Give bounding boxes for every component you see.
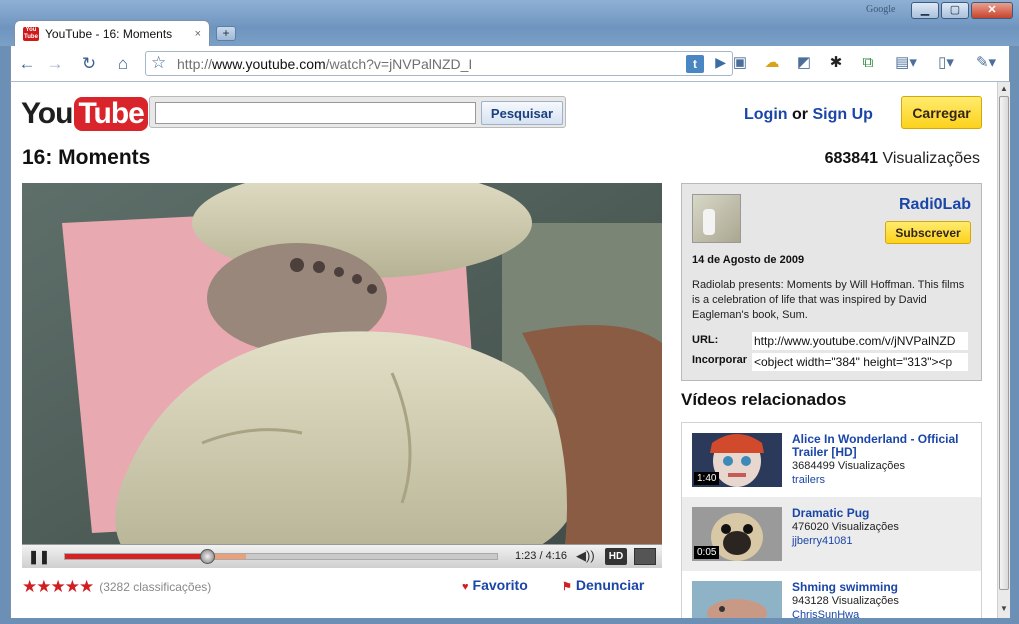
volume-icon[interactable]: ◀)) [576, 548, 595, 564]
browser-tab-active[interactable]: You Tube YouTube - 16: Moments × [14, 20, 210, 46]
auth-links: Login or Sign Up [744, 106, 873, 124]
weather-icon[interactable]: ☁ [761, 52, 783, 74]
document-menu-icon[interactable]: ▤▾ [891, 52, 921, 74]
video-player[interactable] [22, 183, 662, 567]
thumbnail-swimming [692, 581, 782, 618]
channel-avatar[interactable] [692, 194, 741, 243]
related-item[interactable]: 0:05 Dramatic Pug 476020 Visualizações j… [682, 497, 981, 571]
related-videos-heading: Vídeos relacionados [681, 390, 847, 409]
related-user[interactable]: ChrisSunHwa [792, 609, 859, 618]
related-item[interactable]: 1:40 Alice In Wonderland - Official Trai… [682, 423, 981, 497]
page-scrollbar[interactable]: ▲ ▼ [997, 82, 1010, 618]
search-bar: Pesquisar [149, 96, 566, 128]
related-thumbnail[interactable]: 1:40 [692, 433, 782, 487]
view-count-label: Visualizações [882, 150, 980, 167]
related-videos-list: 1:40 Alice In Wonderland - Official Trai… [681, 422, 982, 618]
related-views: 3684499 Visualizações [792, 460, 905, 472]
related-user[interactable]: trailers [792, 474, 825, 486]
window-controls: ▁ ▢ ✕ [911, 2, 1013, 19]
rating: ★★★★★ (3282 classificações) [22, 577, 211, 597]
related-views: 943128 Visualizações [792, 595, 899, 607]
address-bar[interactable]: ☆ http://www.youtube.com/watch?v=jNVPalN… [145, 51, 733, 76]
web-page: You Tube Pesquisar Login or Sign Up Carr… [10, 82, 997, 618]
upload-date: 14 de Agosto de 2009 [692, 254, 805, 266]
fullscreen-icon[interactable] [634, 548, 656, 565]
youtube-favicon-icon: You Tube [23, 26, 39, 41]
progress-knob[interactable] [199, 549, 215, 564]
progress-played [65, 554, 208, 559]
channel-info-box: Radi0Lab Subscrever 14 de Agosto de 2009… [681, 183, 982, 381]
video-frame [22, 183, 662, 567]
time-display: 1:23 / 4:16 [515, 550, 567, 562]
minimize-button[interactable]: ▁ [911, 2, 939, 19]
puzzle-icon[interactable]: ⧉ [857, 52, 879, 74]
duration-badge: 0:05 [694, 546, 720, 559]
related-title[interactable]: Alice In Wonderland - Official Trailer [… [792, 433, 972, 459]
flag-label: Denunciar [575, 577, 645, 593]
url-field[interactable]: http://www.youtube.com/v/jNVPalNZD [752, 332, 968, 350]
wrench-menu-icon[interactable]: ✎▾ [971, 52, 1001, 74]
related-title[interactable]: Shming swimming [792, 581, 972, 594]
home-icon[interactable]: ⌂ [111, 52, 135, 76]
brand-label: Google [866, 4, 896, 15]
reload-icon[interactable]: ↻ [77, 52, 101, 76]
logo-you: You [21, 97, 73, 130]
duration-badge: 1:40 [694, 472, 720, 485]
related-title[interactable]: Dramatic Pug [792, 507, 972, 520]
scroll-down-icon[interactable]: ▼ [1000, 604, 1008, 613]
view-count-number: 683841 [824, 150, 878, 167]
video-title: 16: Moments [22, 146, 151, 169]
or-text: or [792, 106, 808, 123]
search-input[interactable] [155, 102, 476, 124]
url-text[interactable]: http://www.youtube.com/watch?v=jNVPalNZD… [177, 56, 472, 72]
youtube-logo[interactable]: You Tube [21, 92, 148, 136]
search-button[interactable]: Pesquisar [481, 101, 563, 125]
scrollbar-thumb[interactable] [999, 96, 1009, 590]
t-extension-icon[interactable]: t [686, 55, 704, 73]
hd-button[interactable]: HD [605, 548, 627, 565]
related-views: 476020 Visualizações [792, 521, 899, 533]
gear-badge-icon[interactable]: ✱ [825, 52, 847, 74]
close-window-button[interactable]: ✕ [971, 2, 1013, 19]
page-menu-icon[interactable]: ▯▾ [931, 52, 961, 74]
maximize-button[interactable]: ▢ [941, 2, 969, 19]
back-arrow-icon[interactable]: ← [15, 52, 39, 76]
login-link[interactable]: Login [744, 106, 788, 123]
flag-button[interactable]: ⚑ Denunciar [562, 577, 644, 593]
tab-close-icon[interactable]: × [195, 28, 201, 40]
logo-tube: Tube [74, 97, 148, 131]
progress-bar[interactable] [64, 549, 498, 564]
upload-button[interactable]: Carregar [901, 96, 982, 129]
url-label: URL: [692, 334, 719, 346]
go-arrow-icon[interactable]: ▶ [715, 54, 726, 71]
signup-link[interactable]: Sign Up [812, 106, 872, 123]
subscribe-button[interactable]: Subscrever [885, 221, 971, 244]
star-rating-icon[interactable]: ★★★★★ [22, 577, 94, 597]
related-user[interactable]: jjberry41081 [792, 535, 853, 547]
scroll-up-icon[interactable]: ▲ [1000, 84, 1008, 93]
browser-toolbar: ← → ↻ ⌂ ☆ http://www.youtube.com/watch?v… [10, 46, 1010, 82]
tab-title: YouTube - 16: Moments [45, 26, 173, 41]
related-thumbnail[interactable]: 0:05 [692, 507, 782, 561]
bookmark-star-icon[interactable]: ☆ [151, 53, 166, 73]
favorite-button[interactable]: ♥ Favorito [462, 577, 528, 593]
embed-label: Incorporar [692, 354, 748, 366]
forward-arrow-icon[interactable]: → [43, 52, 67, 76]
pause-icon[interactable]: ❚❚ [28, 548, 50, 566]
related-item[interactable]: Shming swimming 943128 Visualizações Chr… [682, 571, 981, 618]
player-controls: ❚❚ 1:23 / 4:16 ◀)) HD [22, 544, 662, 568]
heart-icon: ♥ [462, 581, 469, 593]
favorite-label: Favorito [472, 577, 528, 593]
notebook-icon[interactable]: ◩ [793, 52, 815, 74]
embed-field[interactable]: <object width="384" height="313"><p [752, 353, 968, 371]
related-thumbnail[interactable] [692, 581, 782, 618]
flag-icon: ⚑ [562, 581, 572, 593]
save-icon[interactable]: ▣ [729, 52, 751, 74]
channel-name[interactable]: Radi0Lab [899, 196, 971, 214]
new-tab-button[interactable]: + [216, 26, 236, 41]
rating-count: (3282 classificações) [99, 580, 212, 594]
view-count: 683841 Visualizações [825, 150, 980, 168]
video-description: Radiolab presents: Moments by Will Hoffm… [692, 279, 965, 321]
